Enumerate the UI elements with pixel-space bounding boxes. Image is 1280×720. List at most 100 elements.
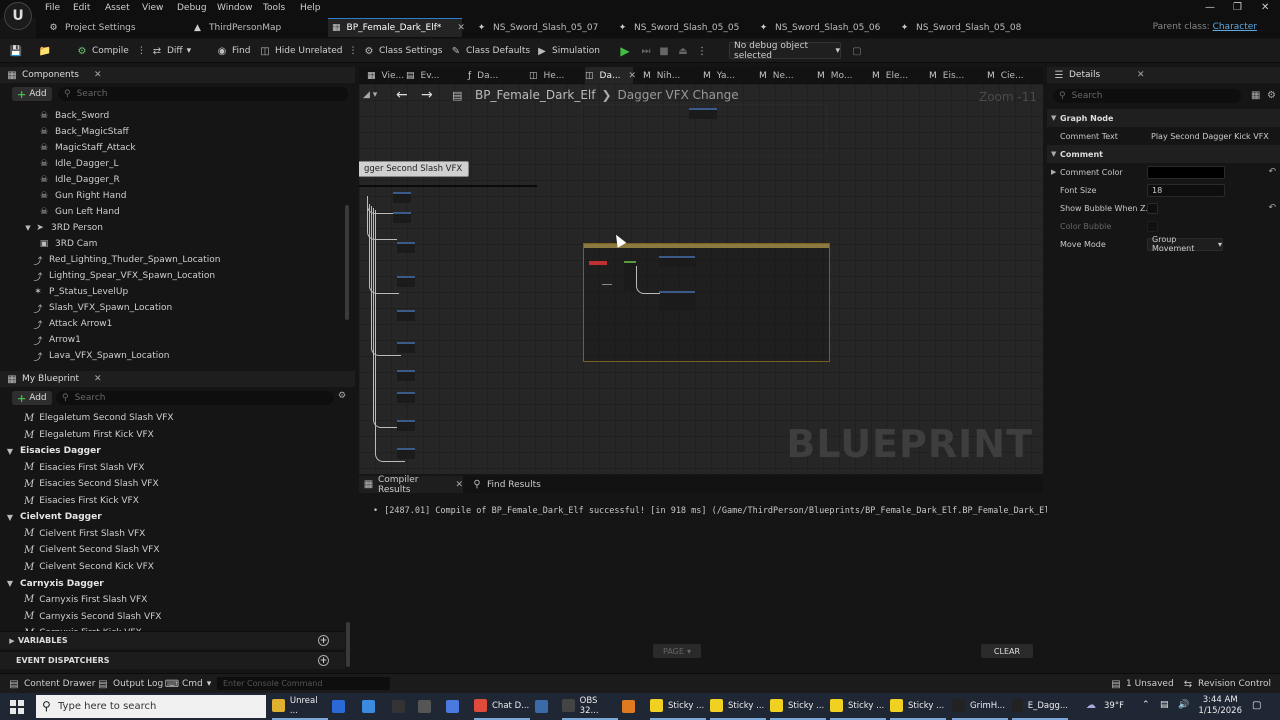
show-bubble-checkbox[interactable] [1147, 202, 1158, 214]
graph-node[interactable] [397, 342, 415, 353]
cmd-select[interactable]: ⌨ Cmd ▾ [165, 678, 212, 690]
function-item[interactable]: M Cielvent First Slash VFX [0, 525, 345, 542]
close-panel-icon[interactable]: ✕ [1137, 70, 1145, 80]
component-item[interactable]: ☠ Idle_Dagger_R [0, 172, 345, 188]
add-component-button[interactable]: + Add [12, 87, 52, 101]
eject-icon[interactable]: ⏏ [677, 43, 693, 59]
menu-debug[interactable]: Debug [177, 3, 207, 13]
compile-button[interactable]: ⚙ Compile ⋮ [76, 43, 146, 59]
components-search-input[interactable]: ⚲ Search [58, 87, 348, 101]
component-item[interactable]: ⤴ Slash_VFX_Spawn_Location [0, 300, 345, 316]
tab-ns-sword-slash-05-05[interactable]: ✦ NS_Sword_Slash_05_05 [613, 18, 753, 37]
taskbar-app[interactable]: Sticky ... [770, 693, 826, 720]
console-command-input[interactable]: Enter Console Command [217, 677, 390, 690]
tab-compiler-results[interactable]: ▦ Compiler Results ✕ [359, 475, 463, 495]
graph-tab[interactable]: M Cie... [987, 67, 1039, 84]
comment-bubble[interactable]: gger Second Slash VFX [359, 161, 470, 177]
graph-node-category[interactable]: ▼ Graph Node [1047, 109, 1280, 127]
back-arrow-icon[interactable]: ← [396, 87, 408, 103]
unsaved-button[interactable]: ▤ 1 Unsaved [1110, 678, 1173, 690]
graph-node[interactable] [397, 420, 415, 431]
taskbar-app[interactable]: Unreal ... [272, 693, 328, 720]
taskbar-search-input[interactable]: ⚲ Type here to search [36, 695, 266, 718]
taskbar-app[interactable]: GrimH... [952, 693, 1008, 720]
graph-tab[interactable]: ▤ Ev... [406, 67, 458, 84]
taskbar-app[interactable] [418, 693, 440, 720]
more-options-icon[interactable]: ⋮ [696, 43, 712, 59]
color-bubble-checkbox[interactable] [1147, 220, 1158, 232]
graph-hierarchy-icon[interactable]: ▤ [452, 89, 462, 102]
find-button[interactable]: ◉ Find [216, 43, 251, 59]
debug-object-select[interactable]: No debug object selected ▾ [729, 41, 841, 61]
output-log-button[interactable]: ▤ Output Log [97, 678, 163, 690]
minimize-icon[interactable]: — [1205, 2, 1215, 13]
event-dispatchers-section[interactable]: EVENT DISPATCHERS + [0, 651, 345, 669]
component-item[interactable]: ⤴ Lighting_Spear_VFX_Spawn_Location [0, 268, 345, 284]
graph-node[interactable] [393, 212, 411, 223]
component-item[interactable]: ☠ Back_Sword [0, 108, 345, 124]
component-item[interactable]: ☠ Gun Left Hand [0, 204, 345, 220]
graph-tab[interactable]: ƒ Da... [468, 67, 520, 84]
settings-gear-icon[interactable]: ⚙ [1267, 90, 1276, 101]
taskbar-app[interactable]: E_Dagg... [1012, 693, 1068, 720]
taskbar-app[interactable]: Chat D... [474, 693, 530, 720]
comment-category[interactable]: ▼ Comment [1047, 145, 1280, 163]
comment-box[interactable] [581, 104, 827, 156]
tab-bp-female-dark-elf[interactable]: ▦ BP_Female_Dark_Elf* ✕ [328, 18, 465, 37]
graph-node[interactable] [393, 192, 411, 203]
component-item[interactable]: ☠ Back_MagicStaff [0, 124, 345, 140]
close-panel-icon[interactable]: ✕ [94, 374, 102, 384]
debug-filter-icon[interactable]: ▢ [851, 43, 867, 59]
class-settings-button[interactable]: ⚙ Class Settings [363, 43, 443, 59]
reset-to-default-icon[interactable]: ↶ [1268, 167, 1276, 177]
graph-node[interactable] [397, 310, 415, 321]
taskbar-app[interactable]: Sticky ... [830, 693, 886, 720]
class-defaults-button[interactable]: ✎ Class Defaults [450, 43, 530, 59]
simulation-button[interactable]: ▶ Simulation [536, 43, 600, 59]
clear-button[interactable]: CLEAR [981, 644, 1033, 658]
save-icon[interactable]: 💾 [10, 43, 26, 59]
close-tab-icon[interactable]: ✕ [455, 480, 463, 490]
add-event-dispatcher-icon[interactable]: + [318, 655, 329, 666]
taskbar-app[interactable]: Sticky ... [650, 693, 706, 720]
function-category[interactable]: ▼ Eisacies Dagger [0, 443, 345, 459]
details-search-input[interactable]: ⚲ Search [1053, 89, 1241, 103]
branch-node[interactable] [624, 261, 636, 291]
component-item[interactable]: ✶ P_Status_LevelUp [0, 284, 345, 300]
graph-tab[interactable]: M Ya... [703, 67, 755, 84]
breadcrumb-root[interactable]: BP_Female_Dark_Elf [475, 88, 595, 102]
volume-icon[interactable]: 🔊 [1178, 700, 1189, 710]
graph-tab[interactable]: ◫ Da... ✕ [585, 67, 636, 84]
menu-edit[interactable]: Edit [73, 3, 90, 13]
graph-tab[interactable]: M Mo... [817, 67, 869, 84]
parent-class-link[interactable]: Character [1213, 22, 1257, 32]
taskbar-app[interactable]: OBS 32... [562, 693, 618, 720]
my-blueprint-scrollbar[interactable] [346, 622, 350, 667]
component-item[interactable]: ▣ 3RD Cam [0, 236, 345, 252]
component-item[interactable]: ⤴ Arrow1 [0, 332, 345, 348]
tab-thirdpersonmap[interactable]: ▲ ThirdPersonMap [188, 18, 328, 37]
taskbar-app[interactable]: Sticky ... [710, 693, 766, 720]
weather-temperature[interactable]: 39°F [1104, 701, 1124, 711]
graph-tab[interactable]: M Eis... [929, 67, 981, 84]
function-item[interactable]: M Cielvent Second Kick VFX [0, 559, 345, 576]
function-item[interactable]: M Carnyxis First Slash VFX [0, 592, 345, 609]
table-view-icon[interactable]: ▦ [1251, 90, 1260, 101]
tab-ns-sword-slash-05-06[interactable]: ✦ NS_Sword_Slash_05_06 [754, 18, 894, 37]
function-category[interactable]: ▼ Carnyxis Dagger [0, 576, 345, 592]
taskbar-app[interactable]: Sticky ... [890, 693, 946, 720]
windows-start-icon[interactable] [10, 700, 24, 714]
component-item[interactable]: ⤴ Red_Lighting_Thuder_Spawn_Location [0, 252, 345, 268]
graph-node[interactable] [659, 256, 695, 267]
taskbar-app[interactable] [535, 693, 557, 720]
taskbar-app[interactable] [362, 693, 384, 720]
graph-menu-icon[interactable]: ◢ ▾ [363, 90, 377, 100]
component-item[interactable]: ☠ MagicStaff_Attack [0, 140, 345, 156]
browse-icon[interactable]: 📁 [39, 43, 55, 59]
taskbar-app[interactable] [622, 693, 644, 720]
function-item[interactable]: M Elegaletum Second Slash VFX [0, 410, 345, 427]
close-tab-icon[interactable]: ✕ [629, 71, 637, 81]
content-drawer-button[interactable]: ▤ Content Drawer [8, 678, 95, 690]
move-mode-select[interactable]: Group Movement ▾ [1147, 235, 1223, 253]
selected-comment-box[interactable] [583, 243, 830, 362]
